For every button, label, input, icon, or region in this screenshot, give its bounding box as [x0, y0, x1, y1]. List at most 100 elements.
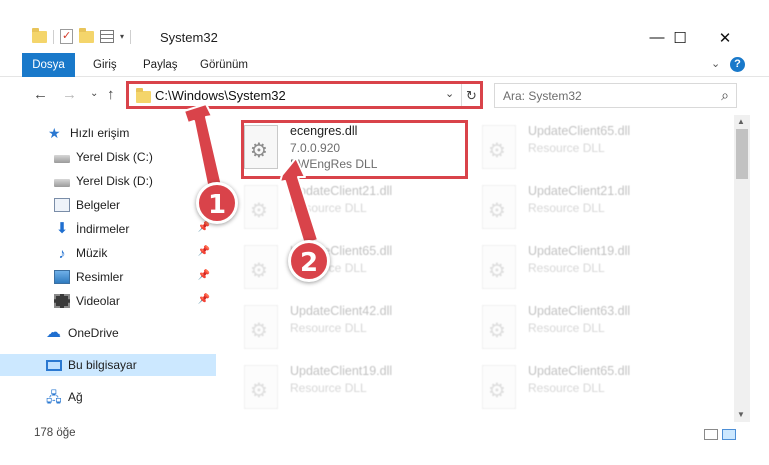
sidebar-item-downloads[interactable]: ⬇ İndirmeler 📌: [0, 218, 216, 240]
forward-button[interactable]: →: [62, 86, 77, 103]
scroll-up-icon[interactable]: ▲: [737, 117, 745, 126]
help-icon[interactable]: ?: [730, 57, 745, 72]
network-icon: 🖧: [46, 389, 62, 405]
properties-icon[interactable]: [60, 29, 73, 44]
pin-icon[interactable]: 📌: [198, 294, 210, 305]
sidebar-item-label: Yerel Disk (D:): [76, 174, 153, 188]
vertical-scrollbar[interactable]: ▲ ▼: [734, 115, 750, 422]
file-item[interactable]: UpdateClient63.dll Resource DLL: [482, 303, 712, 357]
sidebar-item-music[interactable]: ♪ Müzik 📌: [0, 242, 216, 264]
recent-locations-button[interactable]: ⌄: [90, 88, 98, 99]
dll-file-icon: [244, 185, 278, 229]
sidebar-item-this-pc[interactable]: Bu bilgisayar: [0, 354, 216, 376]
star-icon: ★: [48, 125, 61, 141]
file-name: UpdateClient21.dll: [528, 184, 631, 198]
search-box[interactable]: Ara: System32 ⌕: [494, 83, 737, 108]
file-name: UpdateClient21.dll: [290, 184, 393, 198]
tab-file[interactable]: Dosya: [22, 53, 75, 77]
title-bar: ▾ System32 — ☐ ✕: [0, 22, 769, 53]
file-item[interactable]: UpdateClient21.dll Resource DLL: [482, 183, 712, 237]
sidebar-item-label: OneDrive: [68, 326, 119, 340]
sidebar-item-disk-d[interactable]: Yerel Disk (D:): [0, 170, 216, 192]
search-icon[interactable]: ⌕: [721, 87, 729, 104]
videos-icon: [54, 294, 70, 308]
ribbon-tabs: Dosya Giriş Paylaş Görünüm ⌄ ?: [0, 53, 769, 77]
status-bar: 178 öğe: [0, 423, 769, 445]
sidebar-item-label: Yerel Disk (C:): [76, 150, 153, 164]
tiles-view-icon[interactable]: [722, 429, 736, 440]
close-button[interactable]: ✕: [702, 22, 748, 53]
window-title: System32: [160, 30, 218, 45]
quick-access-toolbar: ▾: [32, 27, 132, 44]
computer-icon: [46, 359, 62, 371]
pin-icon[interactable]: 📌: [198, 246, 210, 257]
sidebar-item-network[interactable]: 🖧 Ağ: [0, 386, 216, 408]
disk-icon: [54, 178, 70, 187]
sidebar-item-label: Hızlı erişim: [70, 126, 130, 140]
file-item[interactable]: UpdateClient65.dll Resource DLL: [482, 123, 712, 177]
disk-icon: [54, 154, 70, 163]
cloud-icon: ☁: [46, 324, 61, 341]
file-highlight-box: [241, 120, 468, 179]
up-button[interactable]: ↑: [107, 86, 115, 103]
step-2-callout: 2: [288, 240, 330, 282]
dll-file-icon: [482, 365, 516, 409]
dll-file-icon: [482, 305, 516, 349]
customize-toolbar-icon[interactable]: ▾: [120, 32, 124, 41]
view-icon[interactable]: [100, 30, 114, 43]
file-description: Resource DLL: [528, 381, 605, 395]
expand-ribbon-icon[interactable]: ⌄: [711, 57, 720, 70]
file-item[interactable]: UpdateClient65.dll Resource DLL: [244, 243, 474, 297]
search-placeholder[interactable]: Ara: System32: [503, 89, 582, 103]
scroll-down-icon[interactable]: ▼: [737, 410, 745, 419]
dll-file-icon: [482, 245, 516, 289]
view-toggle: [704, 429, 736, 440]
file-name: UpdateClient42.dll: [290, 304, 393, 318]
navigation-bar: ← → ⌄ ↑ C:\Windows\System32 ⌄ ↻ Ara: Sys…: [0, 79, 769, 113]
tab-home[interactable]: Giriş: [93, 53, 117, 77]
back-button[interactable]: ←: [33, 86, 48, 103]
file-description: Resource DLL: [528, 321, 605, 335]
file-name: UpdateClient65.dll: [528, 124, 631, 138]
dll-file-icon: [244, 245, 278, 289]
tab-view[interactable]: Görünüm: [200, 53, 248, 77]
sidebar-item-quick-access[interactable]: ★ Hızlı erişim: [0, 122, 216, 144]
details-view-icon[interactable]: [704, 429, 718, 440]
sidebar-item-label: Belgeler: [76, 198, 121, 212]
file-item[interactable]: UpdateClient65.dll Resource DLL: [482, 363, 712, 417]
file-item[interactable]: UpdateClient19.dll Resource DLL: [244, 363, 474, 417]
folder-icon: [32, 27, 47, 43]
scrollbar-thumb[interactable]: [736, 129, 748, 179]
file-description: Resource DLL: [528, 141, 605, 155]
download-icon: ⬇: [55, 220, 69, 237]
file-description: Resource DLL: [290, 321, 367, 335]
maximize-button[interactable]: ☐: [657, 22, 703, 53]
address-highlight-box: [126, 81, 483, 109]
music-icon: ♪: [58, 245, 66, 261]
dll-file-icon: [482, 125, 516, 169]
file-description: Resource DLL: [290, 201, 367, 215]
pin-icon[interactable]: 📌: [198, 270, 210, 281]
sidebar-item-label: Resimler: [76, 270, 124, 284]
file-item[interactable]: UpdateClient21.dll Resource DLL: [244, 183, 474, 237]
document-icon: [54, 198, 70, 212]
navigation-pane: ★ Hızlı erişim Yerel Disk (C:) Yerel Dis…: [0, 115, 216, 420]
sidebar-item-documents[interactable]: Belgeler: [0, 194, 216, 216]
file-item[interactable]: UpdateClient19.dll Resource DLL: [482, 243, 712, 297]
sidebar-item-label: İndirmeler: [76, 222, 130, 236]
sidebar-item-label: Ağ: [68, 390, 83, 404]
step-1-callout: 1: [196, 182, 238, 224]
pictures-icon: [54, 270, 70, 284]
item-count: 178 öğe: [34, 427, 76, 439]
tab-share[interactable]: Paylaş: [143, 53, 178, 77]
sidebar-item-label: Bu bilgisayar: [68, 358, 137, 372]
file-description: Resource DLL: [528, 201, 605, 215]
sidebar-item-videos[interactable]: Videolar 📌: [0, 290, 216, 312]
new-folder-icon[interactable]: [79, 27, 94, 43]
file-item[interactable]: UpdateClient42.dll Resource DLL: [244, 303, 474, 357]
file-name: UpdateClient65.dll: [528, 364, 631, 378]
sidebar-item-disk-c[interactable]: Yerel Disk (C:): [0, 146, 216, 168]
pin-icon[interactable]: 📌: [198, 222, 210, 233]
sidebar-item-onedrive[interactable]: ☁ OneDrive: [0, 322, 216, 344]
sidebar-item-pictures[interactable]: Resimler 📌: [0, 266, 216, 288]
